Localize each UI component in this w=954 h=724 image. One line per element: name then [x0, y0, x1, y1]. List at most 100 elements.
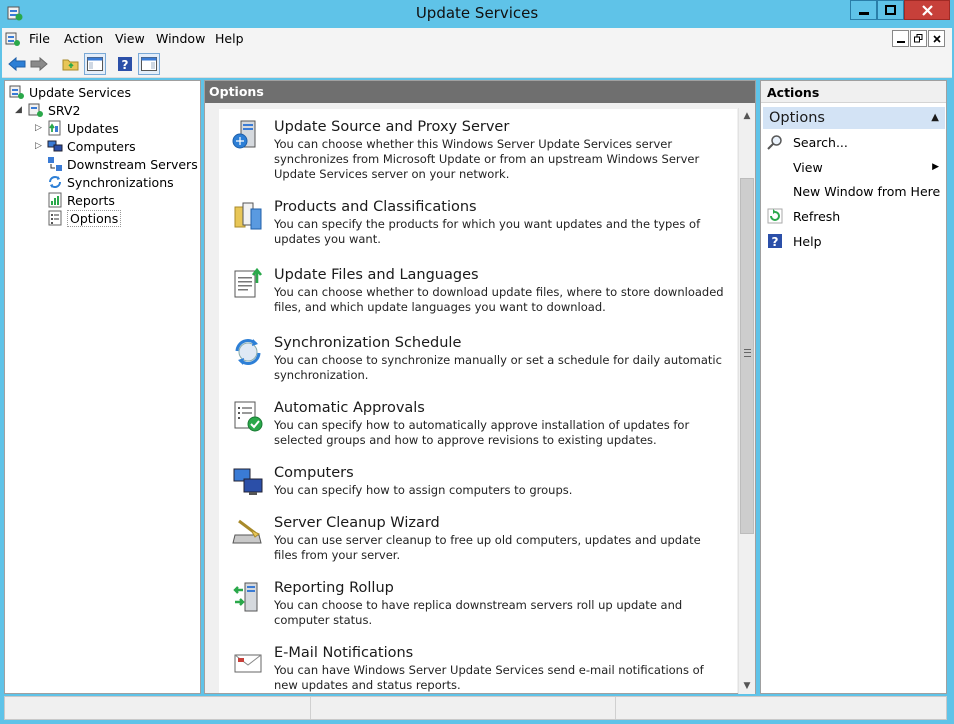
option-description: You can specify how to assign computers …: [274, 483, 573, 497]
options-icon: [48, 210, 62, 226]
tree-label: Reports: [67, 192, 115, 208]
option-title: Synchronization Schedule: [274, 335, 462, 351]
option-description: You can specify how to automatically app…: [274, 418, 690, 447]
tree-label: Updates: [67, 120, 119, 136]
reports-icon: [48, 192, 62, 208]
show-hide-action-pane-button[interactable]: [138, 53, 160, 75]
child-restore-button[interactable]: [910, 30, 927, 47]
wsus-icon: [9, 85, 24, 99]
option-description: You can have Windows Server Update Servi…: [274, 663, 704, 692]
svg-text:?: ?: [772, 235, 779, 249]
menu-bar: File Action View Window Help: [2, 28, 952, 50]
tree-item-synchronizations[interactable]: Synchronizations: [47, 173, 174, 191]
collapsed-chevron-icon[interactable]: ▷: [35, 123, 42, 133]
show-hide-console-tree-button[interactable]: [84, 53, 106, 75]
refresh-icon: [767, 208, 783, 224]
console-tree-icon: [87, 57, 103, 71]
tree-item-updates[interactable]: Updates: [47, 119, 119, 137]
close-button[interactable]: [904, 0, 950, 20]
server-icon: [28, 103, 43, 117]
search-icon: [767, 135, 782, 150]
collapse-triangle-icon[interactable]: ▲: [931, 112, 939, 123]
option-description: You can choose whether this Windows Serv…: [274, 137, 700, 181]
actions-pane: Actions Options ▲ Search... View ▶ New W…: [760, 80, 947, 694]
actions-section-options[interactable]: Options ▲: [763, 107, 945, 129]
tree-label: Computers: [67, 138, 136, 154]
grip-icon: [744, 349, 751, 357]
action-pane-icon: [141, 57, 157, 71]
menu-help[interactable]: Help: [212, 31, 247, 46]
help-icon: ?: [118, 57, 132, 72]
option-title: Products and Classifications: [274, 199, 477, 215]
option-title: Server Cleanup Wizard: [274, 515, 440, 531]
action-help[interactable]: ? Help: [767, 230, 943, 252]
actions-section-title: Options: [769, 110, 825, 126]
option-description: You can specify the products for which y…: [274, 217, 701, 246]
action-search[interactable]: Search...: [767, 131, 943, 153]
option-description: You can choose to have replica downstrea…: [274, 598, 683, 627]
minimize-icon: [896, 40, 905, 43]
vertical-scrollbar[interactable]: ▲ ▼: [738, 108, 755, 694]
options-list: Update Source and Proxy Server You can c…: [219, 109, 737, 693]
tree-label: Update Services: [29, 84, 131, 100]
console-menu-icon[interactable]: [5, 31, 21, 47]
option-title: Update Source and Proxy Server: [274, 119, 510, 135]
tree-item-downstream-servers[interactable]: Downstream Servers: [47, 155, 198, 173]
tree-item-update-services[interactable]: Update Services: [9, 83, 131, 101]
tree-item-reports[interactable]: Reports: [47, 191, 115, 209]
maximize-icon: [885, 5, 896, 15]
minimize-icon: [858, 12, 869, 15]
tree-item-server[interactable]: SRV2: [28, 101, 80, 119]
action-label: View: [793, 159, 823, 175]
forward-button[interactable]: [28, 53, 50, 75]
action-new-window[interactable]: New Window from Here: [767, 180, 943, 202]
tree-item-options[interactable]: Options: [47, 209, 122, 227]
option-description: You can choose whether to download updat…: [274, 285, 724, 314]
tree-label: Synchronizations: [67, 174, 174, 190]
help-toolbar-button[interactable]: ?: [114, 53, 136, 75]
action-refresh[interactable]: Refresh: [767, 205, 943, 227]
svg-text:?: ?: [122, 58, 129, 72]
menu-action[interactable]: Action: [61, 31, 106, 46]
results-pane-header: Options: [205, 81, 755, 103]
app-window: Update Services File Action View Window …: [0, 0, 954, 724]
action-label: Help: [793, 233, 822, 249]
actions-pane-header: Actions: [761, 81, 946, 103]
updates-icon: [48, 120, 61, 136]
maximize-button[interactable]: [877, 0, 904, 20]
collapsed-chevron-icon[interactable]: ▷: [35, 141, 42, 151]
console-tree: Update Services ◢ SRV2 ▷ Updates ▷ Compu…: [4, 80, 201, 694]
menu-file[interactable]: File: [26, 31, 53, 46]
results-pane: Options Update Source and Proxy Server Y…: [204, 80, 756, 694]
menu-view[interactable]: View: [112, 31, 148, 46]
computers-icon: [47, 140, 63, 152]
action-view[interactable]: View ▶: [767, 156, 943, 178]
expanded-chevron-icon[interactable]: ◢: [15, 105, 22, 115]
tree-label-selected: Options: [67, 209, 122, 227]
option-title: Automatic Approvals: [274, 400, 425, 416]
status-divider: [615, 697, 616, 719]
toolbar: ?: [2, 50, 952, 78]
back-button[interactable]: [6, 53, 28, 75]
up-one-level-button[interactable]: [60, 53, 82, 75]
downstream-servers-icon: [48, 157, 62, 171]
synchronizations-icon: [49, 176, 61, 188]
menu-window[interactable]: Window: [153, 31, 208, 46]
action-label: Search...: [793, 134, 848, 150]
restore-icon: [914, 34, 923, 43]
option-title: Computers: [274, 465, 354, 481]
minimize-button[interactable]: [850, 0, 877, 20]
scroll-down-arrow-icon[interactable]: ▼: [739, 678, 755, 694]
child-close-button[interactable]: [928, 30, 945, 47]
forward-arrow-icon: [30, 56, 48, 72]
title-bar[interactable]: Update Services: [0, 0, 954, 28]
child-minimize-button[interactable]: [892, 30, 909, 47]
scrollbar-thumb[interactable]: [740, 178, 754, 534]
action-label: New Window from Here: [793, 183, 941, 199]
tree-item-computers[interactable]: Computers: [47, 137, 136, 155]
approvals-icon: [234, 401, 263, 432]
action-label: Refresh: [793, 208, 841, 224]
status-bar: [4, 696, 947, 720]
products-icon: [234, 202, 262, 230]
scroll-up-arrow-icon[interactable]: ▲: [739, 108, 755, 124]
